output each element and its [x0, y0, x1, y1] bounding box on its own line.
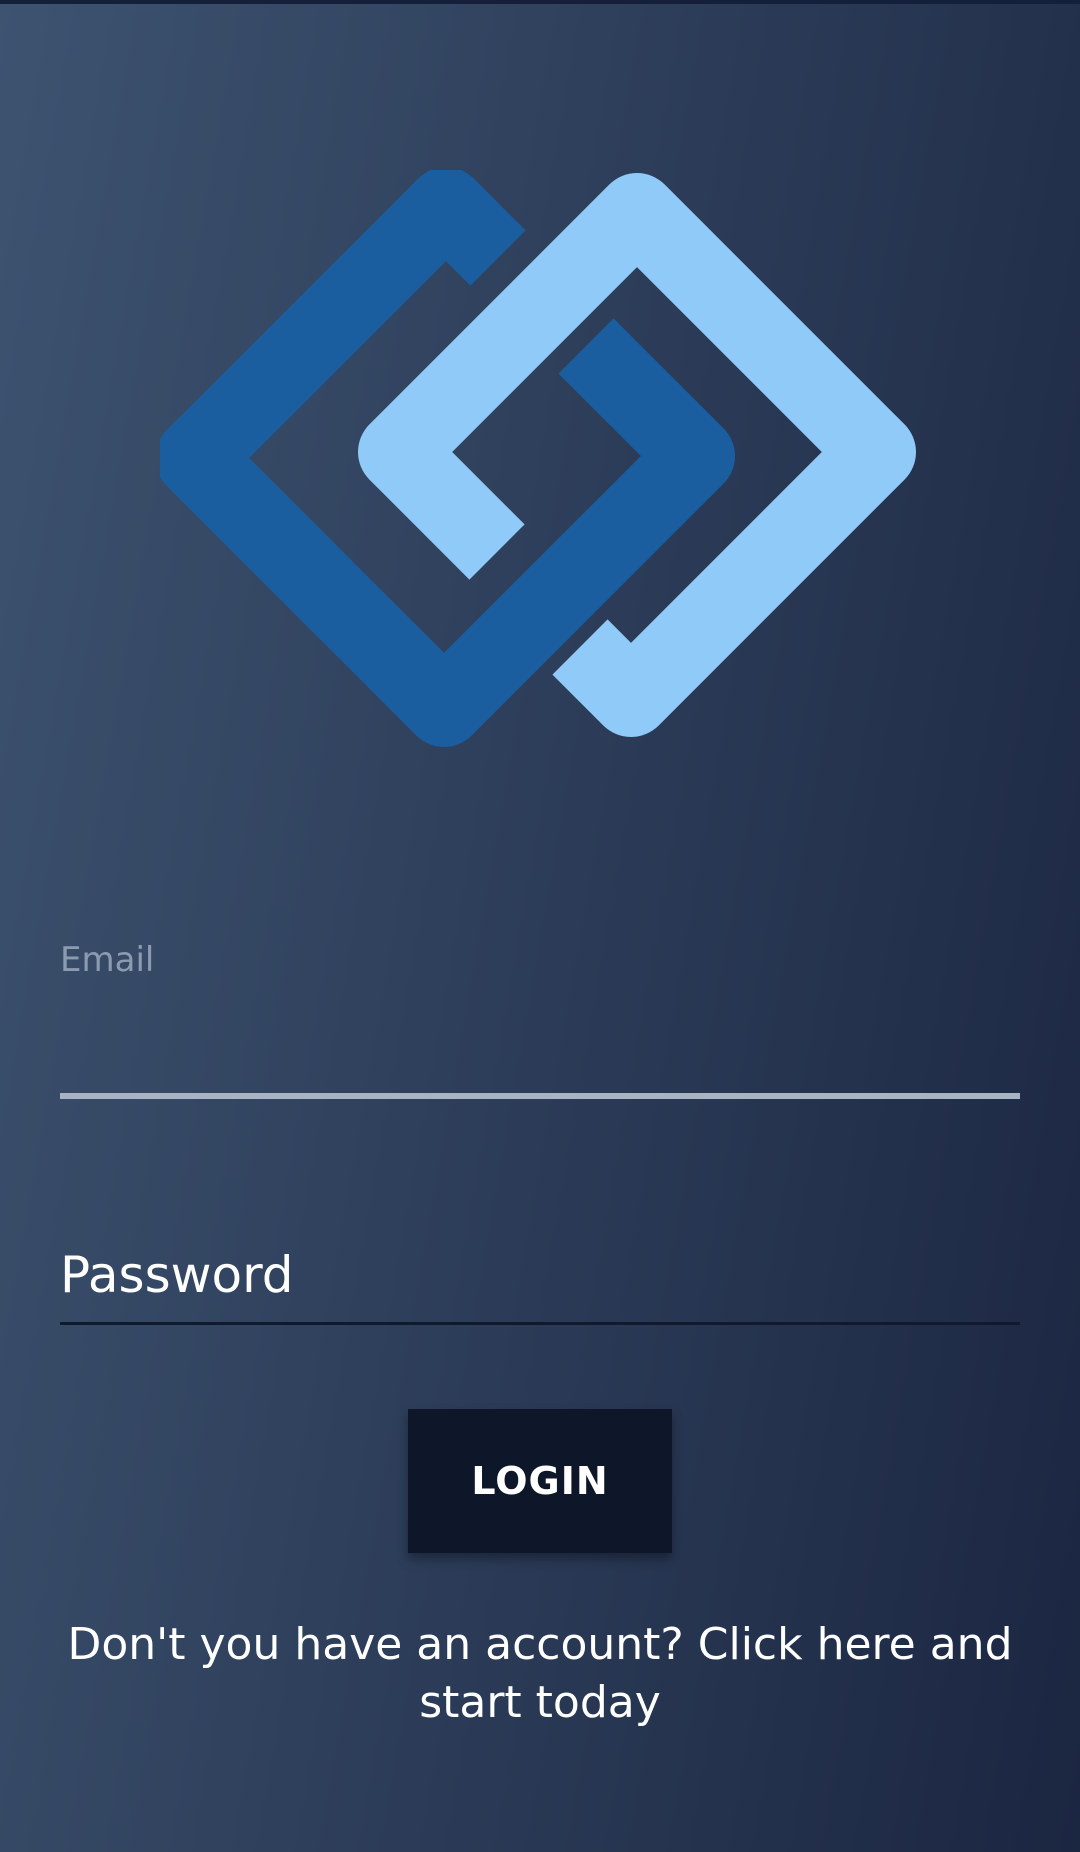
email-input[interactable]	[60, 1000, 1020, 1080]
top-strip	[0, 0, 1080, 4]
email-underline	[60, 1093, 1020, 1099]
email-field: Email	[60, 940, 1020, 1100]
password-underline	[60, 1322, 1020, 1325]
password-input[interactable]	[60, 1230, 1020, 1320]
signup-link[interactable]: Don't you have an account? Click here an…	[60, 1616, 1020, 1732]
login-button[interactable]: LOGIN	[408, 1409, 672, 1553]
email-label: Email	[60, 940, 155, 980]
app-logo	[160, 170, 916, 747]
password-field	[60, 1230, 1020, 1326]
